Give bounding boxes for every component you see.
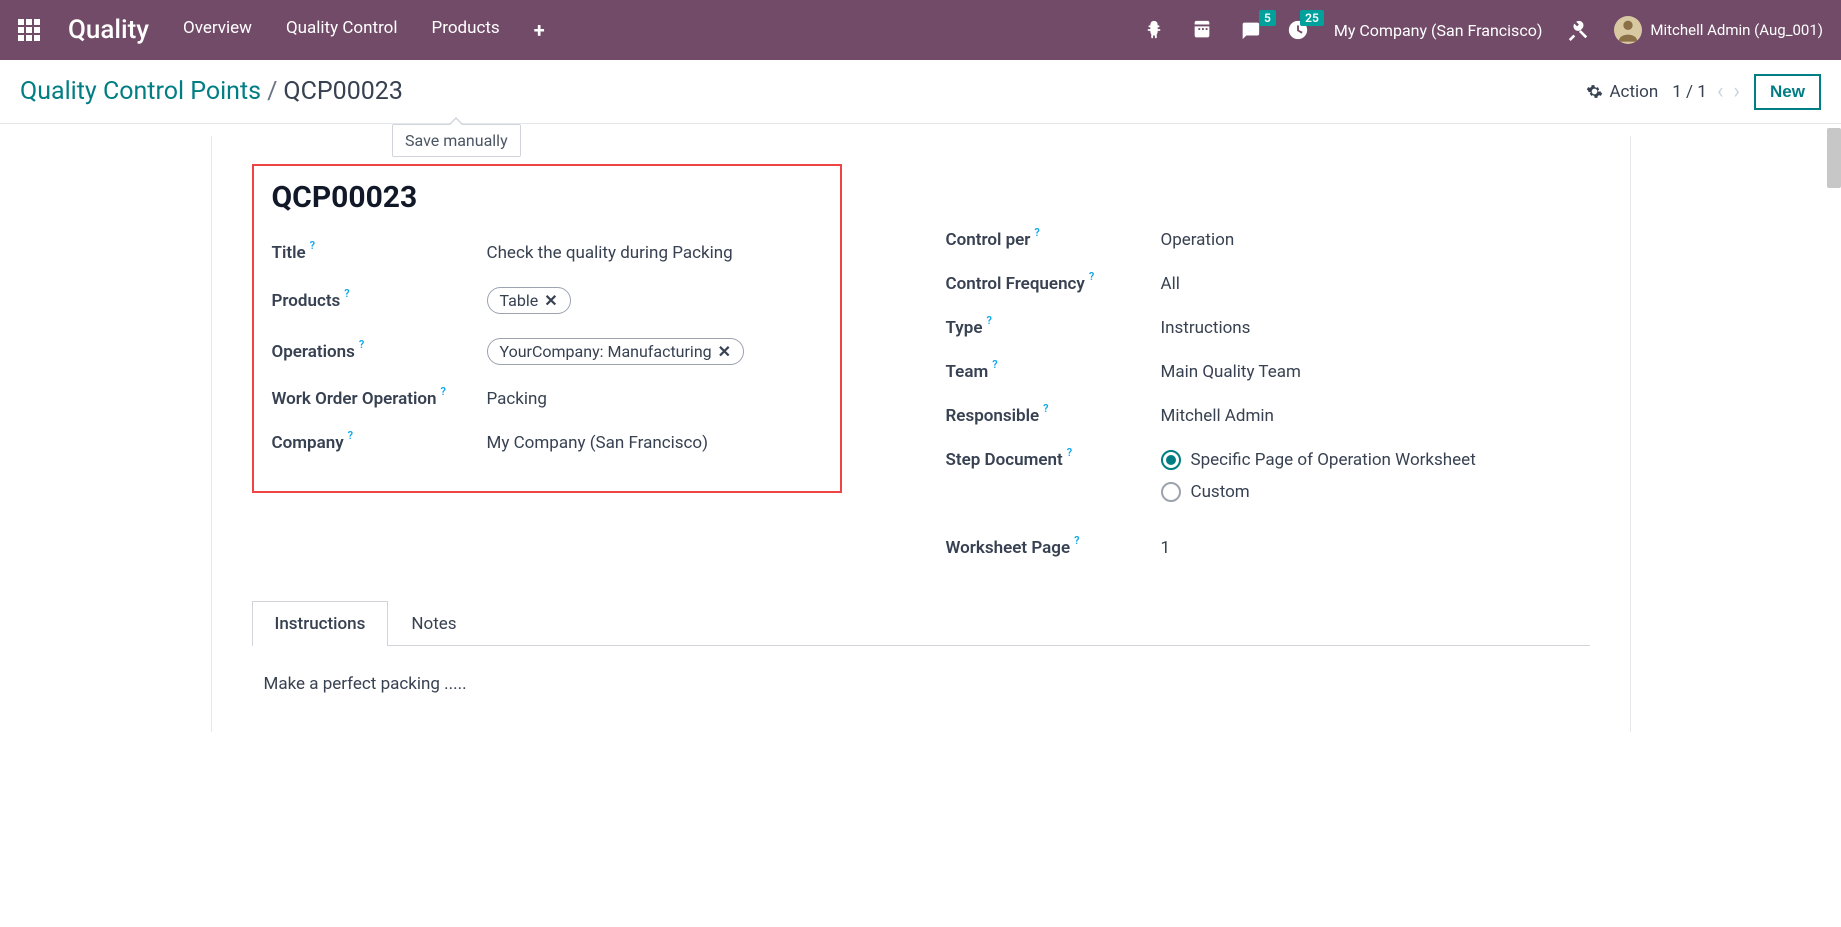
field-step-doc: Specific Page of Operation Worksheet Cus… [1161, 450, 1476, 514]
tag-remove-icon[interactable]: ✕ [544, 291, 557, 310]
field-wo-operation[interactable]: Packing [487, 389, 547, 409]
label-operations: Operations [272, 342, 355, 362]
highlight-region: QCP00023 Title? Check the quality during… [252, 164, 842, 493]
bug-icon[interactable] [1142, 18, 1166, 42]
form-sheet: QCP00023 Title? Check the quality during… [211, 136, 1631, 732]
breadcrumb-root[interactable]: Quality Control Points [20, 77, 261, 106]
radio-custom[interactable] [1161, 482, 1181, 502]
tab-notes[interactable]: Notes [388, 601, 479, 646]
help-icon[interactable]: ? [1074, 534, 1079, 547]
messages-icon[interactable]: 5 [1238, 18, 1262, 42]
field-responsible[interactable]: Mitchell Admin [1161, 406, 1274, 426]
field-title[interactable]: Check the quality during Packing [487, 243, 733, 263]
apps-icon[interactable] [18, 19, 40, 41]
pager-next[interactable]: › [1733, 79, 1740, 104]
company-selector[interactable]: My Company (San Francisco) [1334, 21, 1543, 40]
field-operations[interactable]: YourCompany: Manufacturing✕ [487, 338, 745, 365]
radio-specific-page[interactable] [1161, 450, 1181, 470]
systray: 5 25 My Company (San Francisco) Mitchell… [1142, 16, 1823, 44]
label-wo-operation: Work Order Operation [272, 389, 437, 409]
help-icon[interactable]: ? [344, 287, 349, 300]
label-control-per: Control per [946, 230, 1031, 250]
help-icon[interactable]: ? [359, 338, 364, 351]
record-name[interactable]: QCP00023 [272, 180, 822, 215]
instructions-content[interactable]: Make a perfect packing ..... [252, 646, 1590, 722]
breadcrumb-current: QCP00023 [283, 77, 403, 106]
label-step-doc: Step Document [946, 450, 1063, 470]
label-team: Team [946, 362, 989, 382]
phone-icon[interactable] [1190, 18, 1214, 42]
tab-instructions[interactable]: Instructions [252, 601, 389, 646]
help-icon[interactable]: ? [986, 314, 991, 327]
messages-badge: 5 [1259, 10, 1276, 26]
nav-overview[interactable]: Overview [183, 18, 252, 42]
user-name: Mitchell Admin (Aug_001) [1650, 21, 1823, 39]
field-type[interactable]: Instructions [1161, 318, 1251, 338]
help-icon[interactable]: ? [992, 358, 997, 371]
scrollbar-thumb[interactable] [1827, 128, 1841, 188]
tag-product: Table✕ [487, 287, 571, 314]
app-brand[interactable]: Quality [68, 15, 149, 45]
breadcrumb: Quality Control Points/QCP00023 [20, 77, 403, 106]
nav-quality-control[interactable]: Quality Control [286, 18, 398, 42]
add-menu-icon[interactable]: + [534, 18, 545, 42]
avatar [1614, 16, 1642, 44]
field-ws-page[interactable]: 1 [1161, 538, 1171, 558]
nav-menu: Overview Quality Control Products + [183, 18, 545, 42]
help-icon[interactable]: ? [440, 385, 445, 398]
nav-products[interactable]: Products [432, 18, 500, 42]
user-menu[interactable]: Mitchell Admin (Aug_001) [1614, 16, 1823, 44]
label-control-freq: Control Frequency [946, 274, 1085, 294]
pager-prev[interactable]: ‹ [1717, 79, 1724, 104]
tag-operation: YourCompany: Manufacturing✕ [487, 338, 745, 365]
activities-icon[interactable]: 25 [1286, 18, 1310, 42]
help-icon[interactable]: ? [1034, 226, 1039, 239]
label-type: Type [946, 318, 983, 338]
gear-icon [1586, 83, 1603, 100]
label-company: Company [272, 433, 344, 453]
field-control-per[interactable]: Operation [1161, 230, 1235, 250]
topbar: Quality Overview Quality Control Product… [0, 0, 1841, 60]
pager: 1 / 1 ‹ › [1672, 79, 1740, 104]
help-icon[interactable]: ? [348, 429, 353, 442]
field-company[interactable]: My Company (San Francisco) [487, 433, 709, 453]
pager-text[interactable]: 1 / 1 [1672, 82, 1707, 102]
label-title: Title [272, 243, 306, 263]
field-control-freq[interactable]: All [1161, 274, 1180, 294]
help-icon[interactable]: ? [1089, 270, 1094, 283]
label-responsible: Responsible [946, 406, 1040, 426]
tag-remove-icon[interactable]: ✕ [718, 342, 731, 361]
action-menu[interactable]: Action [1586, 82, 1658, 102]
save-tooltip: Save manually [392, 124, 521, 157]
notebook: Instructions Notes Make a perfect packin… [252, 600, 1590, 722]
label-ws-page: Worksheet Page [946, 538, 1071, 558]
activities-badge: 25 [1300, 10, 1324, 26]
new-button[interactable]: New [1754, 74, 1821, 110]
tools-icon[interactable] [1566, 18, 1590, 42]
field-products[interactable]: Table✕ [487, 287, 571, 314]
help-icon[interactable]: ? [1067, 446, 1072, 459]
field-team[interactable]: Main Quality Team [1161, 362, 1301, 382]
help-icon[interactable]: ? [310, 239, 315, 252]
help-icon[interactable]: ? [1043, 402, 1048, 415]
control-bar: Quality Control Points/QCP00023 Action 1… [0, 60, 1841, 124]
label-products: Products [272, 291, 341, 311]
